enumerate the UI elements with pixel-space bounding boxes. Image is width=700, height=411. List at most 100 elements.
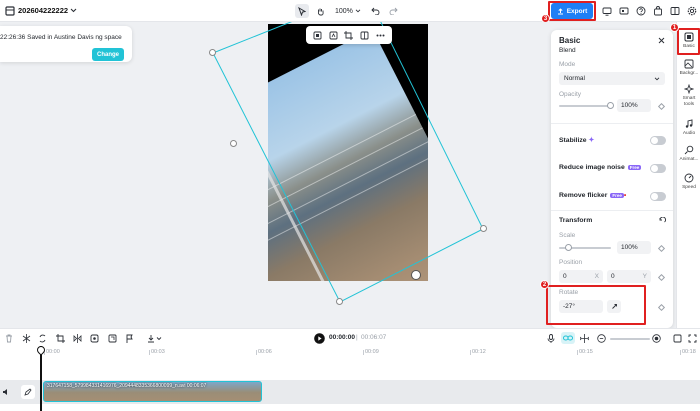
noise-toggle[interactable]: [650, 164, 666, 173]
stabilize-toggle[interactable]: [650, 136, 666, 145]
flicker-toggle[interactable]: [650, 192, 666, 201]
monitor-icon[interactable]: [617, 4, 631, 18]
ai-edit-icon[interactable]: [327, 29, 339, 41]
position-keyframe-icon[interactable]: [657, 273, 666, 282]
scale-field[interactable]: 100%: [617, 241, 651, 254]
hand-tool-icon[interactable]: [313, 4, 327, 18]
free-badge: Free: [610, 193, 624, 198]
volume-icon[interactable]: [1, 387, 11, 397]
opacity-keyframe-icon[interactable]: [657, 102, 666, 111]
current-time: 00:00:00: [329, 334, 356, 341]
mirror-icon[interactable]: [71, 332, 83, 344]
undo-icon[interactable]: [369, 4, 383, 18]
resize-handle-top-left[interactable]: [209, 49, 216, 56]
tick-label: 00:06: [256, 349, 272, 355]
tick-label: 00:18: [680, 349, 696, 355]
rail-item-background[interactable]: Backgr...: [677, 58, 700, 77]
link-icon[interactable]: [561, 332, 575, 344]
tick-label: 00:15: [577, 349, 593, 355]
zoom-chevron-icon: [355, 9, 361, 13]
layout-icon[interactable]: [668, 4, 682, 18]
flip-icon[interactable]: [359, 29, 371, 41]
opacity-label: Opacity: [559, 91, 582, 98]
settings-gear-icon[interactable]: [685, 4, 699, 18]
resize-handle-left[interactable]: [230, 140, 237, 147]
rotate-keyframe-icon[interactable]: [657, 303, 666, 312]
export-label: Export: [566, 7, 588, 15]
rail-item-speed[interactable]: Speed: [677, 172, 700, 191]
mode-value: Normal: [564, 75, 585, 82]
download-icon[interactable]: [145, 332, 163, 344]
fit-icon[interactable]: [106, 332, 118, 344]
chevron-down-icon[interactable]: [69, 6, 78, 15]
timeline-crop-icon[interactable]: [54, 332, 66, 344]
timeline-zoom-slider[interactable]: [610, 338, 650, 340]
clip-label: 317647158_579984331416976_20944483353668…: [47, 383, 207, 389]
opacity-field[interactable]: 100%: [617, 99, 651, 112]
zoom-in-icon[interactable]: [650, 332, 662, 344]
flag-icon[interactable]: [124, 332, 136, 344]
step-badge-1: 1: [670, 23, 679, 32]
edit-cover-icon[interactable]: [21, 385, 35, 399]
project-name[interactable]: 202604222222: [18, 6, 68, 15]
flicker-label: Remove flicker Free •: [559, 192, 627, 199]
canvas-area[interactable]: 22:26:36 Saved in Austine Davis ng space…: [0, 22, 548, 328]
transform-label: Transform: [559, 217, 593, 224]
time-ruler[interactable]: 00:00 00:03 00:06 00:09 00:12 00:15 00:1…: [0, 349, 700, 359]
redo-icon[interactable]: [387, 4, 401, 18]
rotate-highlight: [546, 285, 646, 325]
fullscreen-icon[interactable]: [686, 332, 698, 344]
scale-keyframe-icon[interactable]: [657, 244, 666, 253]
noise-label: Reduce image noise Free: [559, 164, 642, 171]
help-icon[interactable]: [634, 4, 648, 18]
timeline-area[interactable]: 00:00 00:03 00:06 00:09 00:12 00:15 00:1…: [0, 346, 700, 411]
opacity-slider[interactable]: [559, 105, 611, 107]
right-rail: Basic Backgr... Smart tools Audio Animat…: [676, 22, 700, 328]
microphone-icon[interactable]: [545, 332, 557, 344]
panel-title: Basic: [559, 36, 581, 45]
crop-fill-icon[interactable]: [312, 29, 324, 41]
zoom-select[interactable]: 100%: [331, 8, 365, 15]
present-icon[interactable]: [600, 4, 614, 18]
opacity-slider-knob[interactable]: [607, 102, 614, 109]
background-icon: [683, 58, 695, 70]
split-icon[interactable]: [20, 332, 32, 344]
smart-tools-icon: [683, 83, 695, 95]
step-badge-2: 2: [540, 280, 549, 289]
resize-handle-bottom-left[interactable]: [336, 298, 343, 305]
rotate-handle-icon[interactable]: [411, 270, 421, 280]
speed-icon: [683, 172, 695, 184]
replace-icon[interactable]: [36, 332, 48, 344]
pointer-tool-icon[interactable]: [295, 4, 309, 18]
bag-icon[interactable]: [651, 4, 665, 18]
tick-label: 00:09: [363, 349, 379, 355]
logo-icon[interactable]: [4, 5, 15, 16]
timeline-toolbar: 00:00:00 | 00:06:07: [0, 328, 700, 346]
scale-label: Scale: [559, 232, 576, 239]
mode-select[interactable]: Normal: [559, 72, 665, 85]
ai-tool-icon[interactable]: [88, 332, 100, 344]
position-x-field[interactable]: 0X: [559, 270, 603, 283]
fit-timeline-icon[interactable]: [671, 332, 683, 344]
close-icon[interactable]: [656, 35, 667, 46]
resize-handle-bottom-right[interactable]: [480, 225, 487, 232]
basic-highlight: [677, 28, 700, 55]
position-y-field[interactable]: 0Y: [607, 270, 651, 283]
audio-icon: [683, 118, 695, 130]
position-label: Position: [559, 259, 583, 266]
split-view-icon[interactable]: [578, 332, 590, 344]
scale-slider-knob[interactable]: [565, 244, 572, 251]
more-options-icon[interactable]: [374, 29, 386, 41]
video-clip[interactable]: 317647158_579984331416976_20944483353668…: [43, 381, 262, 402]
reset-icon[interactable]: [657, 216, 666, 225]
selection-box: [212, 22, 484, 303]
export-button[interactable]: Export: [551, 3, 593, 19]
rail-item-animation[interactable]: Animat...: [677, 144, 700, 163]
play-button-icon[interactable]: [313, 332, 325, 344]
crop-icon[interactable]: [343, 29, 355, 41]
animation-icon: [683, 144, 695, 156]
zoom-out-icon[interactable]: [595, 332, 607, 344]
rail-item-audio[interactable]: Audio: [677, 118, 700, 137]
rail-item-smart-tools[interactable]: Smart tools: [677, 83, 700, 107]
delete-icon[interactable]: [3, 332, 15, 344]
